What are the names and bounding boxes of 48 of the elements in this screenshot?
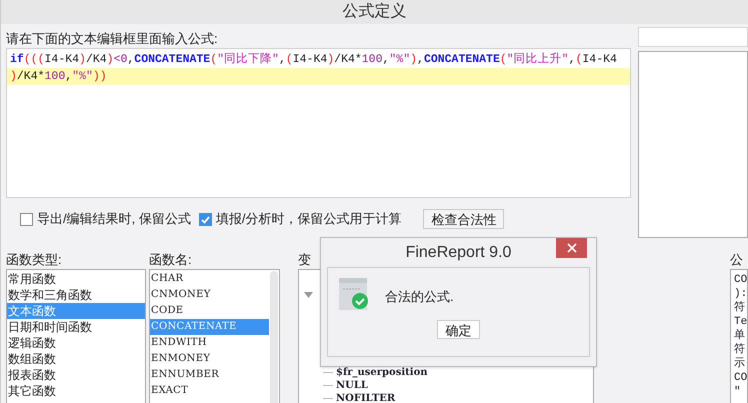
- function-item[interactable]: CHAR: [150, 271, 269, 287]
- category-item[interactable]: 其它函数: [7, 383, 145, 399]
- description-text: 符: [734, 301, 746, 315]
- description-text: 符: [734, 343, 746, 357]
- scrollbar[interactable]: [270, 271, 278, 403]
- function-item[interactable]: EXACT: [150, 383, 269, 399]
- category-item[interactable]: 常用函数: [7, 271, 145, 287]
- variable-item[interactable]: NULL: [336, 378, 368, 393]
- description-label: 公: [730, 252, 744, 268]
- description-text: ):: [734, 287, 748, 301]
- description-text: CO: [734, 371, 748, 385]
- variable-item[interactable]: NOFILTER: [336, 391, 396, 403]
- description-text: CO: [734, 273, 748, 287]
- description-text: 示: [734, 357, 746, 371]
- description-text: ": [734, 385, 742, 399]
- dialog-message: 合法的公式.: [385, 288, 454, 306]
- list-label: 函数名:: [149, 252, 193, 268]
- window-title: 公式定义: [342, 2, 407, 22]
- formula-editor[interactable]: if(((I4-K4)/K4)<0,CONCATENATE("同比下降",(I4-K4)/K4*100,"%"),CONCATENATE("同比上升",(I4-K4 )/K4*100,"%")): [6, 48, 631, 198]
- description-text: 单: [734, 329, 746, 343]
- list-label: 变: [298, 252, 311, 268]
- category-item[interactable]: 数组函数: [7, 351, 145, 367]
- category-item[interactable]: 数学和三角函数: [7, 287, 145, 303]
- editor-label: 请在下面的文本编辑框里面输入公式:: [6, 31, 219, 47]
- category-item[interactable]: 日期和时间函数: [7, 319, 145, 335]
- checkbox-label: 导出/编辑结果时, 保留公式: [37, 210, 191, 228]
- function-item[interactable]: ENNUMBER: [150, 367, 269, 383]
- variable-item[interactable]: $fr_userposition: [336, 365, 428, 380]
- check-button[interactable]: 检查合法性: [423, 209, 504, 229]
- list-label: 函数类型:: [6, 252, 63, 268]
- checkbox[interactable]: [198, 212, 212, 226]
- expand-icon[interactable]: [304, 292, 313, 298]
- description-text: Te: [734, 315, 748, 329]
- function-item[interactable]: CODE: [150, 303, 269, 319]
- function-item[interactable]: ENMONEY: [150, 351, 269, 367]
- close-button[interactable]: [556, 238, 587, 258]
- code-line: if(((I4-K4)/K4)<0,CONCATENATE("同比下降",(I4-K4)/K4*100,"%"),CONCATENATE("同比上升",(I4-K4: [9, 52, 618, 68]
- dialog-title: FineReport 9.0: [406, 242, 512, 262]
- category-item[interactable]: 逻辑函数: [7, 335, 145, 351]
- checkbox[interactable]: [20, 212, 33, 226]
- search-field[interactable]: [638, 27, 748, 47]
- function-item[interactable]: ENDWITH: [150, 335, 269, 351]
- success-icon: [339, 278, 369, 310]
- close-icon: [566, 243, 576, 253]
- checkbox-label: 填报/分析时，保留公式用于计算: [216, 210, 402, 228]
- function-item[interactable]: CNMONEY: [150, 287, 269, 303]
- ok-button[interactable]: 确定: [437, 320, 480, 339]
- category-item[interactable]: 报表函数: [7, 367, 145, 383]
